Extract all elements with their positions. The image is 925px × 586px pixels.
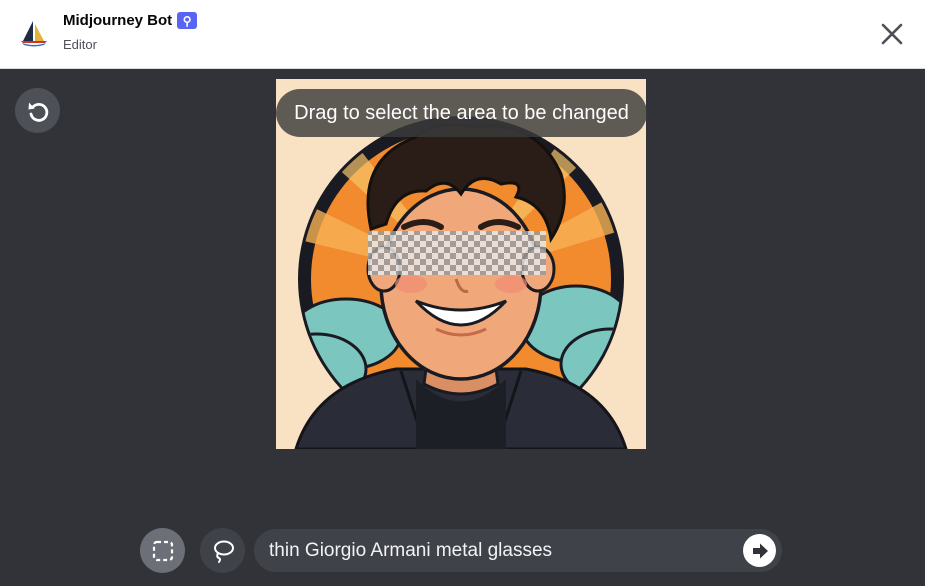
- lasso-select-icon: [213, 540, 234, 563]
- editor-header: Midjourney Bot ⚲ Editor: [0, 0, 925, 69]
- prompt-box: [254, 529, 782, 572]
- prompt-input[interactable]: [269, 529, 729, 572]
- arrow-right-icon: [752, 543, 768, 558]
- close-button[interactable]: [877, 19, 907, 49]
- midjourney-logo-icon: [18, 17, 50, 49]
- close-icon: [881, 23, 903, 45]
- submit-button[interactable]: [743, 534, 776, 567]
- app-title: Midjourney Bot: [63, 12, 173, 29]
- app-subtitle: Editor: [63, 37, 97, 52]
- bot-badge: ⚲: [177, 12, 198, 29]
- undo-icon: [28, 102, 48, 122]
- rectangle-select-button[interactable]: [140, 528, 185, 573]
- lasso-select-button[interactable]: [200, 528, 245, 573]
- rectangle-select-icon: [152, 540, 173, 561]
- selection-hint: Drag to select the area to be changed: [276, 89, 647, 137]
- undo-button[interactable]: [15, 88, 60, 133]
